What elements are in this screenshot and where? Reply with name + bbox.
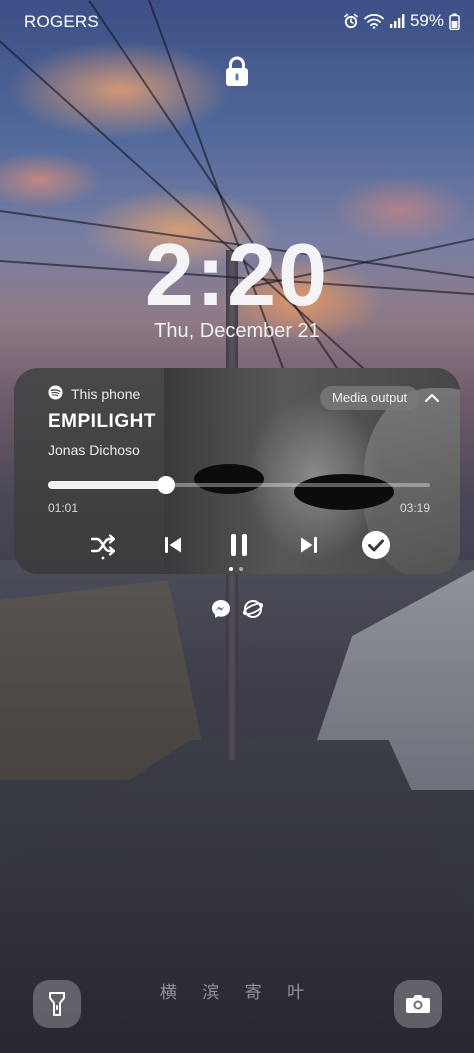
flashlight-icon[interactable]	[33, 980, 81, 1028]
battery-icon	[449, 13, 460, 30]
elapsed-time: 01:01	[48, 501, 79, 515]
media-controls	[14, 528, 460, 562]
seek-bar[interactable]	[48, 476, 430, 494]
next-icon[interactable]	[292, 528, 326, 562]
pause-icon[interactable]	[222, 528, 256, 562]
lock-screen-clock[interactable]: 2:20	[0, 225, 474, 325]
chevron-up-icon[interactable]	[420, 386, 444, 410]
media-page-indicator	[229, 567, 243, 571]
media-source: This phone	[48, 385, 140, 403]
status-icons: 59%	[343, 11, 460, 31]
saved-check-icon[interactable]	[359, 528, 393, 562]
wifi-icon	[364, 13, 384, 29]
status-bar: ROGERS 59%	[0, 0, 474, 44]
spotify-icon	[48, 385, 63, 403]
media-source-label: This phone	[71, 386, 141, 402]
lock-screen: ROGERS 59% 2:20 Thu, December 21 This ph…	[0, 0, 474, 1053]
track-artist: Jonas Dichoso	[48, 442, 140, 458]
camera-icon[interactable]	[394, 980, 442, 1028]
media-output-button[interactable]: Media output	[320, 386, 420, 410]
battery-percent: 59%	[409, 11, 444, 30]
media-player-card[interactable]: This phone Media output EMPILIGHT Jonas …	[14, 368, 460, 574]
page-dot	[229, 567, 233, 571]
alarm-icon	[343, 13, 359, 29]
track-duration: 03:19	[399, 501, 430, 515]
signal-icon	[389, 13, 405, 29]
lock-screen-date: Thu, December 21	[154, 320, 320, 342]
previous-icon[interactable]	[156, 528, 190, 562]
globe-icon	[242, 598, 264, 625]
track-title: EMPILIGHT	[48, 411, 156, 432]
messenger-icon	[210, 598, 232, 625]
page-dot	[239, 567, 243, 571]
notification-icons	[210, 598, 264, 625]
lock-icon[interactable]	[224, 55, 250, 87]
seek-progress	[48, 481, 167, 489]
carrier-name: ROGERS	[24, 12, 99, 31]
shuffle-icon[interactable]	[86, 528, 120, 562]
